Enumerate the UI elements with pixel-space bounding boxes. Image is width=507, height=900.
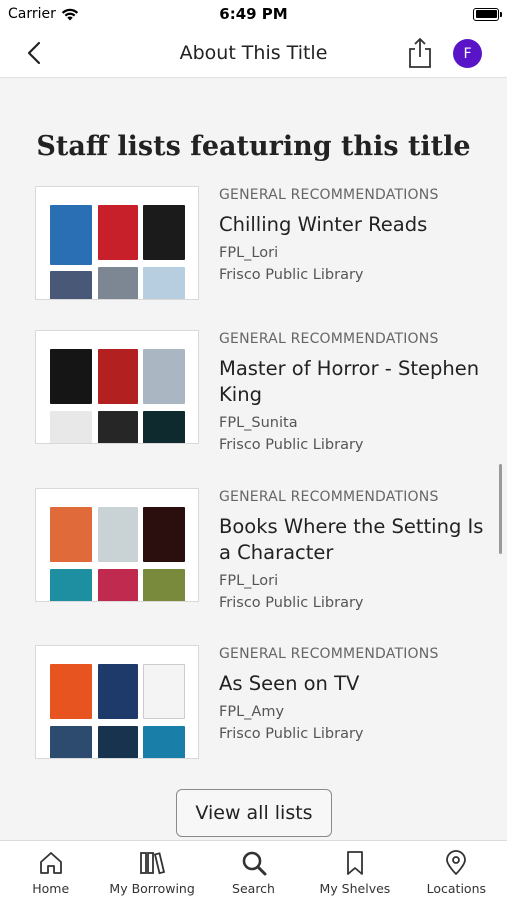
book-cover <box>143 507 185 562</box>
list-title[interactable]: Master of Horror - Stephen King <box>219 356 489 408</box>
book-cover <box>50 569 92 601</box>
book-cover <box>143 349 185 404</box>
list-cover-collage <box>35 330 199 444</box>
book-cover <box>98 349 138 404</box>
book-cover <box>98 726 138 758</box>
tab-bar: Home My Borrowing Search My Shelves Loca… <box>0 840 507 900</box>
list-category: GENERAL RECOMMENDATIONS <box>219 331 439 347</box>
tab-label: Search <box>232 881 275 896</box>
list-library: Frisco Public Library <box>219 726 364 742</box>
share-icon <box>409 38 431 68</box>
tab-home[interactable]: Home <box>0 841 101 900</box>
book-cover <box>98 411 138 443</box>
nav-header: About This Title F <box>0 28 507 78</box>
tab-my-shelves[interactable]: My Shelves <box>304 841 405 900</box>
list-cover-collage <box>35 186 199 300</box>
back-button[interactable] <box>20 38 48 68</box>
list-library: Frisco Public Library <box>219 437 364 453</box>
list-title[interactable]: Chilling Winter Reads <box>219 212 489 238</box>
tab-search[interactable]: Search <box>203 841 304 900</box>
list-library: Frisco Public Library <box>219 595 364 611</box>
list-category: GENERAL RECOMMENDATIONS <box>219 187 439 203</box>
share-button[interactable] <box>405 37 435 69</box>
book-cover <box>50 271 92 299</box>
list-author: FPL_Amy <box>219 704 285 720</box>
wifi-icon <box>61 8 79 20</box>
avatar[interactable]: F <box>453 39 482 68</box>
list-title[interactable]: Books Where the Setting Is a Character <box>219 514 489 566</box>
list-author: FPL_Sunita <box>219 415 298 431</box>
list-category: GENERAL RECOMMENDATIONS <box>219 489 439 505</box>
book-cover <box>50 664 92 719</box>
book-cover <box>98 507 138 562</box>
list-author: FPL_Lori <box>219 245 279 261</box>
location-pin-icon <box>446 850 467 875</box>
tab-label: My Borrowing <box>109 881 195 896</box>
carrier-label: Carrier <box>8 6 56 22</box>
book-cover <box>50 205 92 265</box>
book-cover <box>98 267 138 299</box>
book-cover <box>143 205 185 260</box>
list-cover-collage <box>35 488 199 602</box>
book-cover <box>143 267 185 299</box>
book-cover <box>143 569 185 601</box>
book-cover <box>143 664 185 719</box>
list-cover-collage <box>35 645 199 759</box>
view-all-lists-button[interactable]: View all lists <box>176 789 332 837</box>
book-cover <box>50 411 92 443</box>
book-cover <box>50 349 92 404</box>
status-time: 6:49 PM <box>219 5 288 23</box>
tab-label: Home <box>32 881 70 896</box>
book-cover <box>143 726 185 758</box>
tab-label: Locations <box>426 881 487 896</box>
book-cover <box>143 411 185 443</box>
book-cover <box>50 507 92 562</box>
book-cover <box>98 664 138 719</box>
list-category: GENERAL RECOMMENDATIONS <box>219 646 439 662</box>
chevron-left-icon <box>27 41 41 65</box>
book-cover <box>50 726 92 758</box>
book-cover <box>98 569 138 601</box>
tab-locations[interactable]: Locations <box>406 841 507 900</box>
tab-my-borrowing[interactable]: My Borrowing <box>101 841 202 900</box>
book-cover <box>98 205 138 260</box>
list-library: Frisco Public Library <box>219 267 364 283</box>
scrollbar[interactable] <box>499 464 502 554</box>
section-title: Staff lists featuring this title <box>36 131 471 162</box>
tab-label: My Shelves <box>319 881 391 896</box>
search-icon <box>242 851 267 876</box>
list-title[interactable]: As Seen on TV <box>219 671 489 697</box>
bookmark-icon <box>347 851 363 875</box>
main-content: Staff lists featuring this title GENERAL… <box>0 79 507 839</box>
home-icon <box>39 852 62 874</box>
list-author: FPL_Lori <box>219 573 279 589</box>
battery-icon <box>473 7 502 21</box>
books-icon <box>140 852 166 875</box>
status-bar: Carrier 6:49 PM <box>0 0 507 28</box>
